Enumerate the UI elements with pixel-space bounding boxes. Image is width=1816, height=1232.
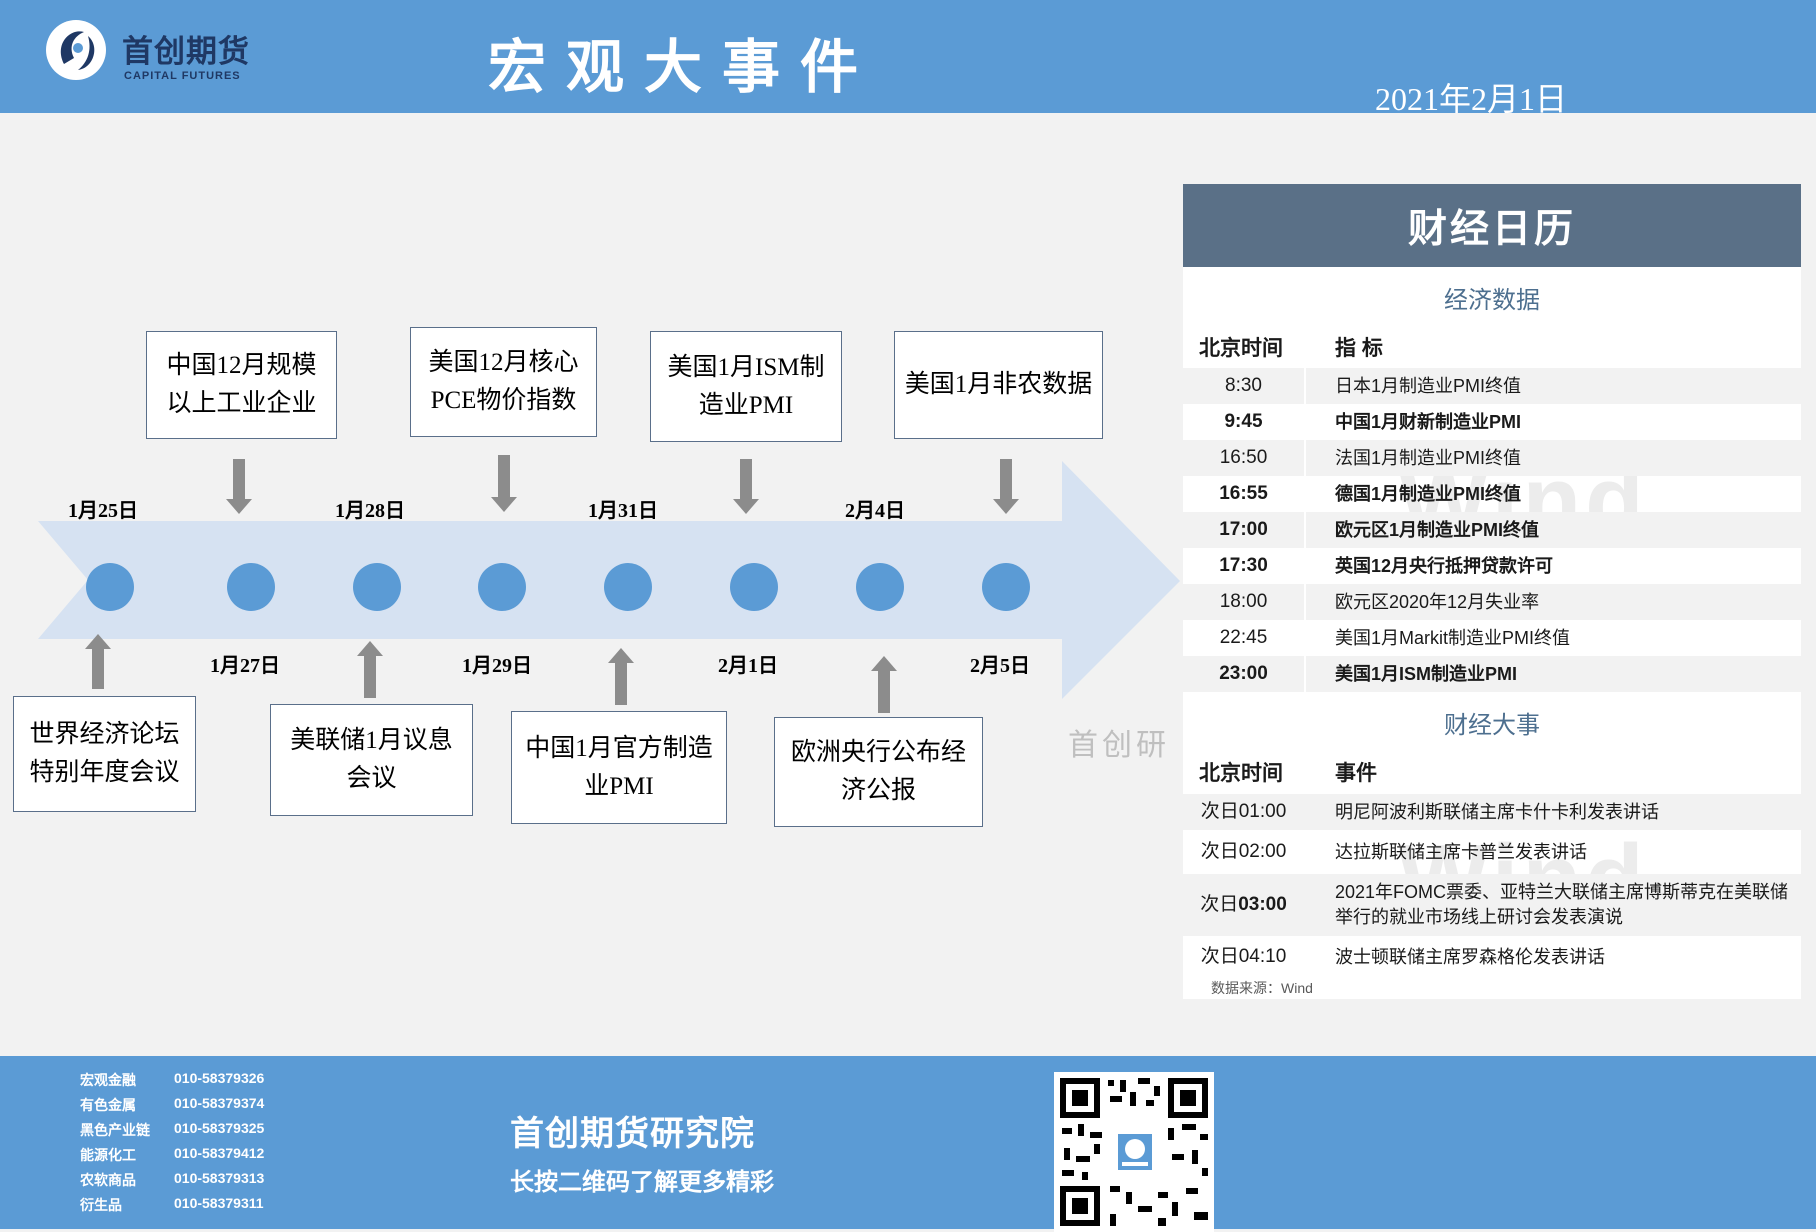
econ-time: 9:45 [1224, 411, 1263, 432]
econ-time: 18:00 [1219, 591, 1268, 612]
econ-time: 16:50 [1219, 447, 1268, 468]
date-label-bottom: 1月27日 [210, 655, 280, 677]
institute-name: 首创期货研究院 [510, 1115, 755, 1153]
col-header-time: 北京时间 [1199, 337, 1283, 360]
event-text: 达拉斯联储主席卡普兰发表讲话 [1335, 842, 1587, 862]
col-header-event: 事件 [1335, 762, 1377, 785]
econ-row: 16:55 德国1月制造业PMI终值 [1183, 476, 1801, 512]
data-source-note: 数据来源：Wind [1211, 980, 1313, 996]
econ-row: 8:30 日本1月制造业PMI终值 [1183, 368, 1801, 404]
event-row: 次日04:10 波士顿联储主席罗森格伦发表讲话 [1183, 938, 1801, 976]
contact-line: 衍生品 010-58379311 [80, 1195, 264, 1213]
econ-indicator: 欧元区1月制造业PMI终值 [1335, 520, 1540, 540]
econ-indicator: 中国1月财新制造业PMI [1335, 412, 1522, 432]
date-label-top: 1月31日 [588, 500, 658, 522]
econ-row: 17:30 英国12月央行抵押贷款许可 [1183, 548, 1801, 584]
down-arrow-icon [491, 455, 517, 512]
econ-row: 9:45 中国1月财新制造业PMI [1183, 404, 1801, 440]
date-label-top: 1月28日 [335, 500, 405, 522]
event-time: 次日04:10 [1200, 946, 1287, 967]
event-text: 波士顿联储主席罗森格伦发表讲话 [1335, 947, 1605, 967]
econ-section-title: 经济数据 [1444, 287, 1540, 314]
up-arrow-icon [871, 656, 897, 713]
timeline-dot [478, 563, 526, 611]
event-row: 次日02:00 达拉斯联储主席卡普兰发表讲话 [1183, 832, 1801, 872]
events-section-title: 财经大事 [1444, 712, 1540, 739]
event-text: 2021年FOMC票委、亚特兰大联储主席博斯蒂克在美联储举行的就业市场线上研讨会… [1335, 882, 1789, 927]
down-arrow-icon [993, 459, 1019, 514]
event-box-bottom: 中国1月官方制造业PMI [511, 711, 727, 824]
timeline-dot [730, 563, 778, 611]
page-title: 宏观大事件 [488, 35, 879, 100]
econ-indicator: 欧元区2020年12月失业率 [1335, 592, 1540, 612]
econ-time: 17:30 [1219, 555, 1268, 576]
down-arrow-icon [733, 459, 759, 514]
event-box-bottom: 世界经济论坛特别年度会议 [13, 696, 196, 812]
calendar-title: 财经日历 [1183, 184, 1801, 267]
logo-name: 首创期货 [122, 34, 250, 69]
event-time: 次日02:00 [1200, 841, 1287, 862]
event-box-top: 中国12月规模以上工业企业 [146, 331, 337, 439]
company-logo: 首创期货 CAPITAL FUTURES [44, 14, 254, 92]
econ-row: 17:00 欧元区1月制造业PMI终值 [1183, 512, 1801, 548]
timeline-dot [86, 563, 134, 611]
timeline-dot [982, 563, 1030, 611]
qr-code-icon[interactable] [1054, 1072, 1214, 1232]
contact-line: 有色金属 010-58379374 [80, 1095, 265, 1113]
event-box-bottom: 欧洲央行公布经济公报 [774, 717, 983, 827]
econ-indicator: 日本1月制造业PMI终值 [1335, 376, 1522, 396]
col-header-indicator: 指 标 [1335, 337, 1383, 360]
econ-indicator: 法国1月制造业PMI终值 [1335, 448, 1522, 468]
timeline-dot [353, 563, 401, 611]
logo-mark-icon [46, 20, 106, 80]
event-row: 次日03:00 2021年FOMC票委、亚特兰大联储主席博斯蒂克在美联储举行的就… [1183, 874, 1801, 936]
event-box-top: 美国1月非农数据 [894, 331, 1103, 439]
event-box-bottom: 美联储1月议息会议 [270, 704, 473, 816]
econ-row: 22:45 美国1月Markit制造业PMI终值 [1183, 620, 1801, 656]
header-bar: 首创期货 CAPITAL FUTURES 宏观大事件 2021年2月1日 [0, 0, 1816, 117]
econ-row: 23:00 美国1月ISM制造业PMI [1183, 656, 1801, 692]
col-header-time: 北京时间 [1199, 762, 1283, 785]
econ-row: 16:50 法国1月制造业PMI终值 [1183, 440, 1801, 476]
up-arrow-icon [608, 648, 634, 705]
econ-time: 8:30 [1225, 375, 1262, 396]
econ-time: 17:00 [1219, 519, 1268, 540]
econ-time: 23:00 [1219, 663, 1268, 684]
econ-indicator: 英国12月央行抵押贷款许可 [1335, 556, 1554, 576]
contact-line: 农软商品 010-58379313 [80, 1170, 265, 1188]
event-time: 次日01:00 [1200, 801, 1287, 822]
finance-calendar-panel: 财经日历 Wind Wind 经济数据 北京时间 指 标 8:30 日本1月制造… [1183, 184, 1801, 999]
down-arrow-icon [226, 459, 252, 514]
date-label-bottom: 1月29日 [462, 655, 532, 677]
econ-time: 22:45 [1219, 627, 1268, 648]
contact-line: 黑色产业链 010-58379325 [80, 1120, 265, 1138]
date-label-top: 1月25日 [68, 500, 138, 522]
event-row: 次日01:00 明尼阿波利斯联储主席卡什卡利发表讲话 [1183, 794, 1801, 830]
event-box-top: 美国1月ISM制造业PMI [650, 331, 842, 442]
footer-bar: 宏观金融 010-58379326 有色金属 010-58379374 黑色产业链 0… [0, 1056, 1816, 1232]
econ-time: 16:55 [1219, 483, 1268, 504]
date-label-top: 2月4日 [845, 500, 905, 522]
econ-indicator: 美国1月Markit制造业PMI终值 [1335, 628, 1571, 648]
up-arrow-icon [85, 634, 111, 689]
econ-indicator: 德国1月制造业PMI终值 [1335, 484, 1522, 504]
watermark-text: 首创研 [1068, 729, 1170, 762]
econ-row: 18:00 欧元区2020年12月失业率 [1183, 584, 1801, 620]
contact-line: 能源化工 010-58379412 [80, 1145, 265, 1163]
up-arrow-icon [357, 641, 383, 698]
event-text: 明尼阿波利斯联储主席卡什卡利发表讲话 [1335, 802, 1659, 822]
event-time: 次日03:00 [1200, 894, 1287, 915]
date-label-bottom: 2月5日 [970, 655, 1030, 677]
timeline-dot [227, 563, 275, 611]
logo-subtitle: CAPITAL FUTURES [124, 70, 241, 82]
econ-indicator: 美国1月ISM制造业PMI [1335, 664, 1518, 684]
timeline-dot [856, 563, 904, 611]
footer-slogan: 长按二维码了解更多精彩 [510, 1169, 774, 1196]
timeline-dot [604, 563, 652, 611]
contact-line: 宏观金融 010-58379326 [80, 1070, 265, 1088]
date-label-bottom: 2月1日 [718, 655, 778, 677]
event-box-top: 美国12月核心PCE物价指数 [410, 327, 597, 437]
